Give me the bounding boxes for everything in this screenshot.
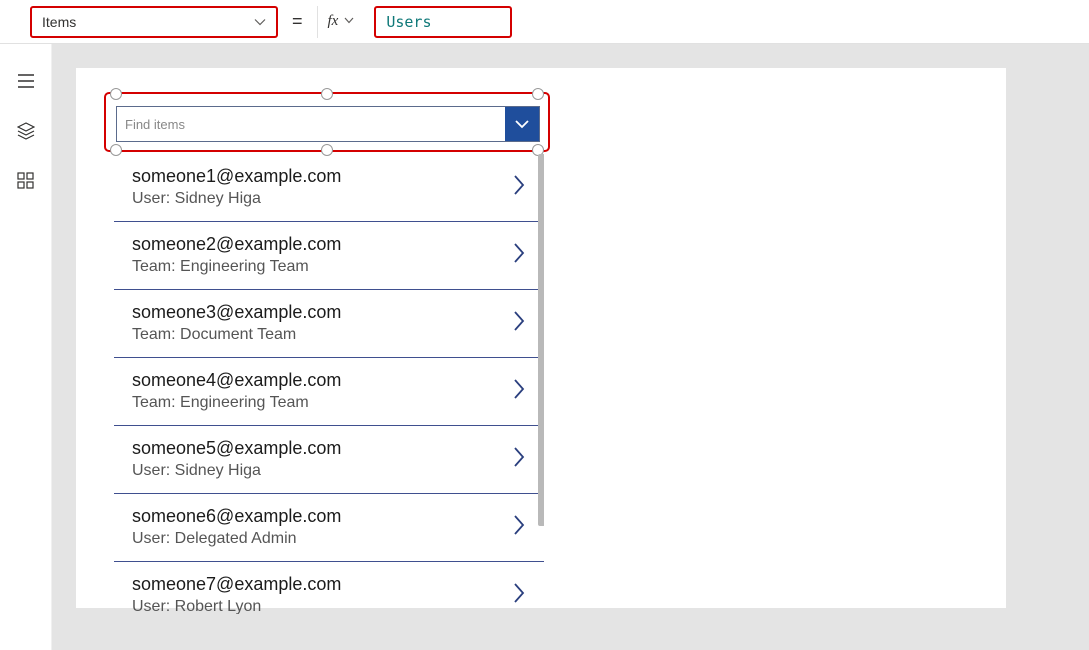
list-item-text: someone7@example.com User: Robert Lyon	[132, 573, 341, 614]
list-item[interactable]: someone1@example.com User: Sidney Higa	[114, 154, 544, 222]
resize-handle[interactable]	[321, 88, 333, 100]
chevron-right-icon[interactable]	[512, 582, 526, 610]
list-item[interactable]: someone5@example.com User: Sidney Higa	[114, 426, 544, 494]
list-item-subtitle: Team: Engineering Team	[132, 393, 341, 414]
list-item[interactable]: someone7@example.com User: Robert Lyon	[114, 562, 544, 614]
chevron-right-icon[interactable]	[512, 242, 526, 270]
chevron-right-icon[interactable]	[512, 378, 526, 406]
combobox-selection-outline	[104, 92, 550, 152]
formula-input[interactable]: Users	[374, 6, 512, 38]
list-item[interactable]: someone3@example.com Team: Document Team	[114, 290, 544, 358]
list-item-text: someone5@example.com User: Sidney Higa	[132, 437, 341, 481]
layers-icon[interactable]	[17, 122, 35, 140]
list-item[interactable]: someone2@example.com Team: Engineering T…	[114, 222, 544, 290]
formula-text: Users	[386, 13, 431, 31]
list-item-text: someone4@example.com Team: Engineering T…	[132, 369, 341, 413]
list-item-text: someone6@example.com User: Delegated Adm…	[132, 505, 341, 549]
equals-sign: =	[288, 11, 307, 32]
fx-label: fx	[328, 13, 339, 30]
combobox-open-button[interactable]	[505, 107, 539, 141]
list-item-title: someone7@example.com	[132, 573, 341, 596]
list-item-subtitle: User: Delegated Admin	[132, 529, 341, 550]
chevron-down-icon	[514, 118, 530, 130]
list-item[interactable]: someone4@example.com Team: Engineering T…	[114, 358, 544, 426]
list-item-subtitle: User: Sidney Higa	[132, 461, 341, 482]
chevron-down-icon	[254, 15, 266, 29]
property-selector[interactable]: Items	[30, 6, 278, 38]
list-item-title: someone1@example.com	[132, 165, 341, 188]
list-item[interactable]: someone6@example.com User: Delegated Adm…	[114, 494, 544, 562]
list-item-title: someone4@example.com	[132, 369, 341, 392]
list-item-subtitle: Team: Engineering Team	[132, 257, 341, 278]
combobox-search-input[interactable]	[117, 107, 505, 141]
design-canvas[interactable]: someone1@example.com User: Sidney Higa s…	[52, 44, 1089, 650]
list-item-text: someone2@example.com Team: Engineering T…	[132, 233, 341, 277]
list-item-text: someone1@example.com User: Sidney Higa	[132, 165, 341, 209]
chevron-right-icon[interactable]	[512, 446, 526, 474]
property-selector-label: Items	[42, 14, 76, 30]
resize-handle[interactable]	[532, 88, 544, 100]
list-item-title: someone5@example.com	[132, 437, 341, 460]
list-item-subtitle: Team: Document Team	[132, 325, 341, 346]
list-item-title: someone6@example.com	[132, 505, 341, 528]
list-item-title: someone3@example.com	[132, 301, 341, 324]
chevron-down-icon	[344, 16, 354, 27]
resize-handle[interactable]	[110, 88, 122, 100]
chevron-right-icon[interactable]	[512, 514, 526, 542]
list-item-text: someone3@example.com Team: Document Team	[132, 301, 341, 345]
chevron-right-icon[interactable]	[512, 310, 526, 338]
grid-icon[interactable]	[17, 172, 35, 190]
left-sidebar	[0, 44, 52, 650]
formula-bar: Items = fx Users	[0, 0, 1089, 44]
screen-surface: someone1@example.com User: Sidney Higa s…	[76, 68, 1006, 608]
fx-dropdown[interactable]: fx	[317, 6, 365, 38]
scrollbar-thumb[interactable]	[538, 154, 544, 526]
hamburger-icon[interactable]	[17, 72, 35, 90]
gallery-control: someone1@example.com User: Sidney Higa s…	[114, 154, 544, 614]
list-item-title: someone2@example.com	[132, 233, 341, 256]
list-item-subtitle: User: Sidney Higa	[132, 189, 341, 210]
combobox-control[interactable]	[116, 106, 540, 142]
chevron-right-icon[interactable]	[512, 174, 526, 202]
list-item-subtitle: User: Robert Lyon	[132, 597, 341, 614]
main-area: someone1@example.com User: Sidney Higa s…	[0, 44, 1089, 650]
